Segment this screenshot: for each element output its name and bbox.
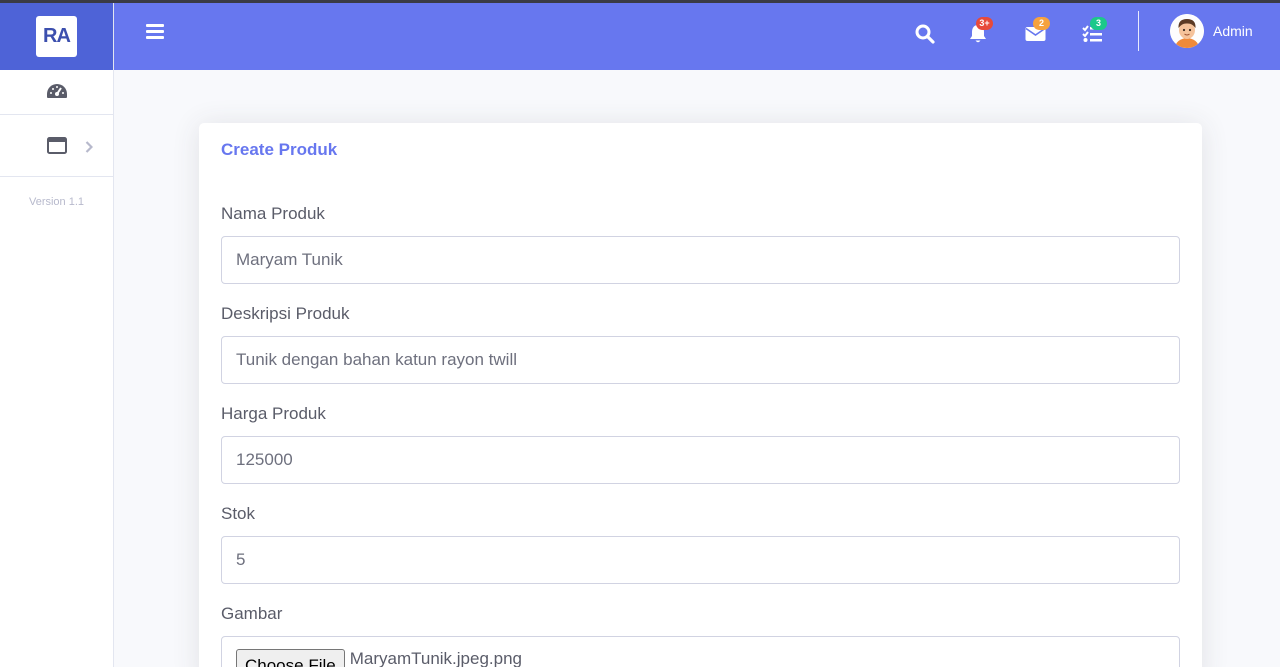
dashboard-icon [46,84,67,98]
sidebar-brand[interactable]: RA [0,3,113,70]
card-title: Create Produk [221,140,338,159]
sidebar-item-dashboard[interactable] [0,70,113,115]
notifications-badge: 3+ [976,17,993,30]
product-price-input[interactable]: 125000 [221,436,1180,484]
avatar[interactable] [1170,14,1204,48]
product-description-label: Deskripsi Produk [221,304,350,323]
window-top-border [0,0,1280,3]
tasks-button[interactable]: 3 [1079,17,1107,47]
user-avatar-icon [1170,14,1204,48]
messages-badge: 2 [1033,17,1050,30]
selected-file-name: MaryamTunik.jpeg.png [349,649,523,667]
search-button[interactable] [912,21,938,47]
product-name-value: Maryam Tunik [236,250,343,269]
image-file-input[interactable]: Choose File MaryamTunik.jpeg.png [221,636,1180,667]
app-version: Version 1.1 [28,196,85,208]
product-name-label: Nama Produk [221,204,325,223]
topbar: 3+ 2 3 Admin [114,3,1280,70]
chevron-right-icon [85,141,93,153]
user-name[interactable]: Admin [1213,23,1253,39]
product-description-input[interactable]: Tunik dengan bahan katun rayon twill [221,336,1180,384]
search-icon [915,24,935,44]
product-description-value: Tunik dengan bahan katun rayon twill [236,350,517,369]
sidebar: RA Version 1.1 [0,3,114,667]
sidebar-item-pages[interactable] [0,115,113,177]
messages-button[interactable]: 2 [1022,17,1050,47]
notifications-button[interactable]: 3+ [965,17,993,47]
brand-logo-text: RA [43,25,71,47]
choose-file-button[interactable]: Choose File [236,649,345,667]
stock-input[interactable]: 5 [221,536,1180,584]
brand-logo: RA [36,16,77,57]
product-price-label: Harga Produk [221,404,326,423]
image-label: Gambar [221,604,283,623]
stock-label: Stok [221,504,256,523]
topbar-divider [1138,11,1139,51]
stock-value: 5 [236,550,246,569]
product-name-input[interactable]: Maryam Tunik [221,236,1180,284]
tasks-badge: 3 [1090,17,1107,30]
window-icon [46,137,67,154]
menu-toggle-button[interactable] [146,24,164,40]
create-product-card: Create Produk Nama Produk Maryam Tunik D… [199,123,1202,667]
product-price-value: 125000 [236,450,293,469]
